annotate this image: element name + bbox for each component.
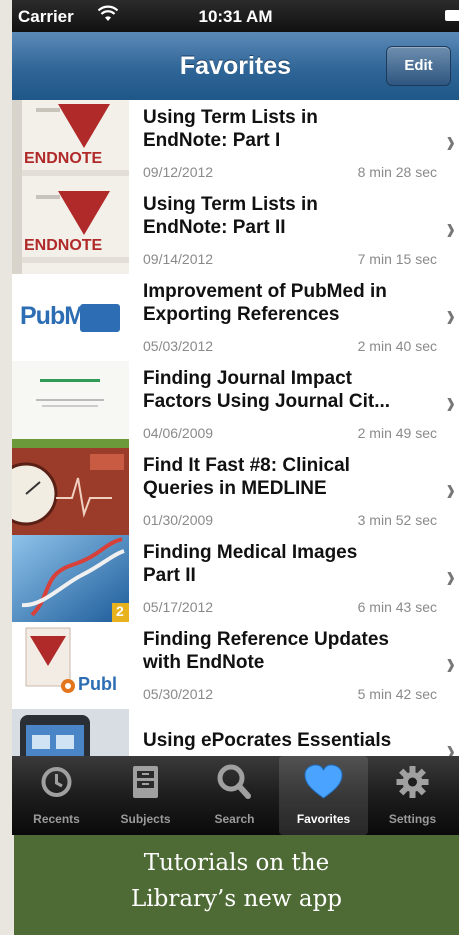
item-title-line1: Finding Medical Images [143,542,358,563]
status-time: 10:31 AM [198,7,273,26]
list-item[interactable]: 2 Finding Medical Images Part II 05/17/20… [12,535,459,623]
endnote-pubmed-thumbnail: Publ [12,622,129,709]
item-date: 05/30/2012 [143,686,214,702]
chevron-right-icon: › [446,643,455,683]
item-title-line1: Finding Journal Impact [143,368,353,389]
item-title-line1: Improvement of PubMed in [143,281,387,302]
thumbnail-label: ENDNOTE [24,237,103,254]
item-title-line1: Using Term Lists in [143,107,318,128]
endnote-thumbnail: ENDNOTE [12,100,129,187]
item-title-line1: Using ePocrates Essentials [143,730,392,751]
list-item[interactable]: PubMed Improvement of PubMed in Exporting… [12,274,459,362]
item-title: Finding Medical Images Part II [143,541,438,587]
battery-icon [445,10,459,21]
item-title-line2: EndNote: Part II [143,217,286,238]
chevron-right-icon: › [446,208,455,248]
caption-line2: Library’s new app [130,886,343,912]
item-title-line2: Exporting References [143,304,340,325]
list-item[interactable]: ENDNOTE Using Term Lists in EndNote: Part… [12,100,459,188]
thumbnail-label: ENDNOTE [24,150,103,167]
item-duration: 6 min 43 sec [357,599,437,615]
item-title: Improvement of PubMed in Exporting Refere… [143,280,438,326]
caption-banner: Tutorials on the Library’s new app [14,835,459,935]
item-title: Finding Journal Impact Factors Using Jour… [143,367,438,413]
item-date: 04/06/2009 [143,425,214,441]
edit-button[interactable]: Edit [386,46,451,86]
thumbnail-label: Publ [78,674,117,694]
chevron-right-icon: › [446,295,455,335]
item-title: Using ePocrates Essentials [143,729,438,752]
item-date: 09/14/2012 [143,251,214,267]
item-title-line1: Find It Fast #8: Clinical [143,455,350,476]
chevron-right-icon: › [446,121,455,161]
item-title-line2: Part II [143,565,196,586]
tab-label: Search [214,812,255,826]
tab-recents[interactable]: Recents [12,756,101,835]
item-title-line2: with EndNote [143,652,265,673]
navigation-bar: Favorites Edit [12,32,459,101]
item-title-line2: Queries in MEDLINE [143,478,327,499]
item-duration: 3 min 52 sec [357,512,437,528]
tab-search[interactable]: Search [190,756,279,835]
list-item[interactable]: Publ Finding Reference Updates with EndNo… [12,622,459,710]
status-bar: Carrier 10:31 AM [12,0,459,32]
gear-icon [368,762,457,800]
pubmed-thumbnail: PubMed [12,274,129,361]
item-duration: 7 min 15 sec [357,251,437,267]
item-title-line1: Using Term Lists in [143,194,318,215]
magnifier-icon [190,762,279,800]
dna-thumbnail: 2 [12,535,129,622]
item-duration: 2 min 49 sec [357,425,437,441]
tab-label: Recents [33,812,80,826]
list-item[interactable]: Find It Fast #8: Clinical Queries in MEDL… [12,448,459,536]
tab-favorites[interactable]: Favorites [279,756,368,835]
item-title: Finding Reference Updates with EndNote [143,628,438,674]
item-title: Find It Fast #8: Clinical Queries in MEDL… [143,454,438,500]
item-title-line2: Factors Using Journal Cit... [143,391,391,412]
item-duration: 8 min 28 sec [357,164,437,180]
chevron-right-icon: › [446,469,455,509]
item-date: 05/03/2012 [143,338,214,354]
tab-label: Favorites [296,812,351,826]
list-item[interactable]: Finding Journal Impact Factors Using Jour… [12,361,459,449]
tab-label: Settings [388,812,437,826]
tab-label: Subjects [120,812,171,826]
tab-bar: Recents Subjects Search Favorites Settin… [12,756,459,835]
journal-thumbnail [12,361,129,448]
tab-settings[interactable]: Settings [368,756,457,835]
item-title-line1: Finding Reference Updates [143,629,389,650]
thumbnail-label: 2 [116,603,124,619]
clock-thumbnail [12,448,129,535]
endnote-thumbnail: ENDNOTE [12,187,129,274]
chevron-right-icon: › [446,382,455,422]
clock-icon [12,762,101,800]
item-date: 01/30/2009 [143,512,214,528]
item-date: 09/12/2012 [143,164,214,180]
list-item[interactable]: ENDNOTE Using Term Lists in EndNote: Part… [12,187,459,275]
cabinet-icon [101,762,190,800]
thumbnail-label: PubMed [20,302,112,330]
caption-line1: Tutorials on the [143,850,330,876]
screenshot-frame: Carrier 10:31 AM Favorites Edit ENDNOTE … [0,0,459,935]
chevron-right-icon: › [446,556,455,596]
item-duration: 2 min 40 sec [357,338,437,354]
item-duration: 5 min 42 sec [357,686,437,702]
item-title-line2: EndNote: Part I [143,130,281,151]
item-date: 05/17/2012 [143,599,214,615]
tab-subjects[interactable]: Subjects [101,756,190,835]
item-title: Using Term Lists in EndNote: Part I [143,106,438,152]
phone-screen: Carrier 10:31 AM Favorites Edit ENDNOTE … [12,0,459,835]
heart-icon [279,762,368,800]
item-title: Using Term Lists in EndNote: Part II [143,193,438,239]
